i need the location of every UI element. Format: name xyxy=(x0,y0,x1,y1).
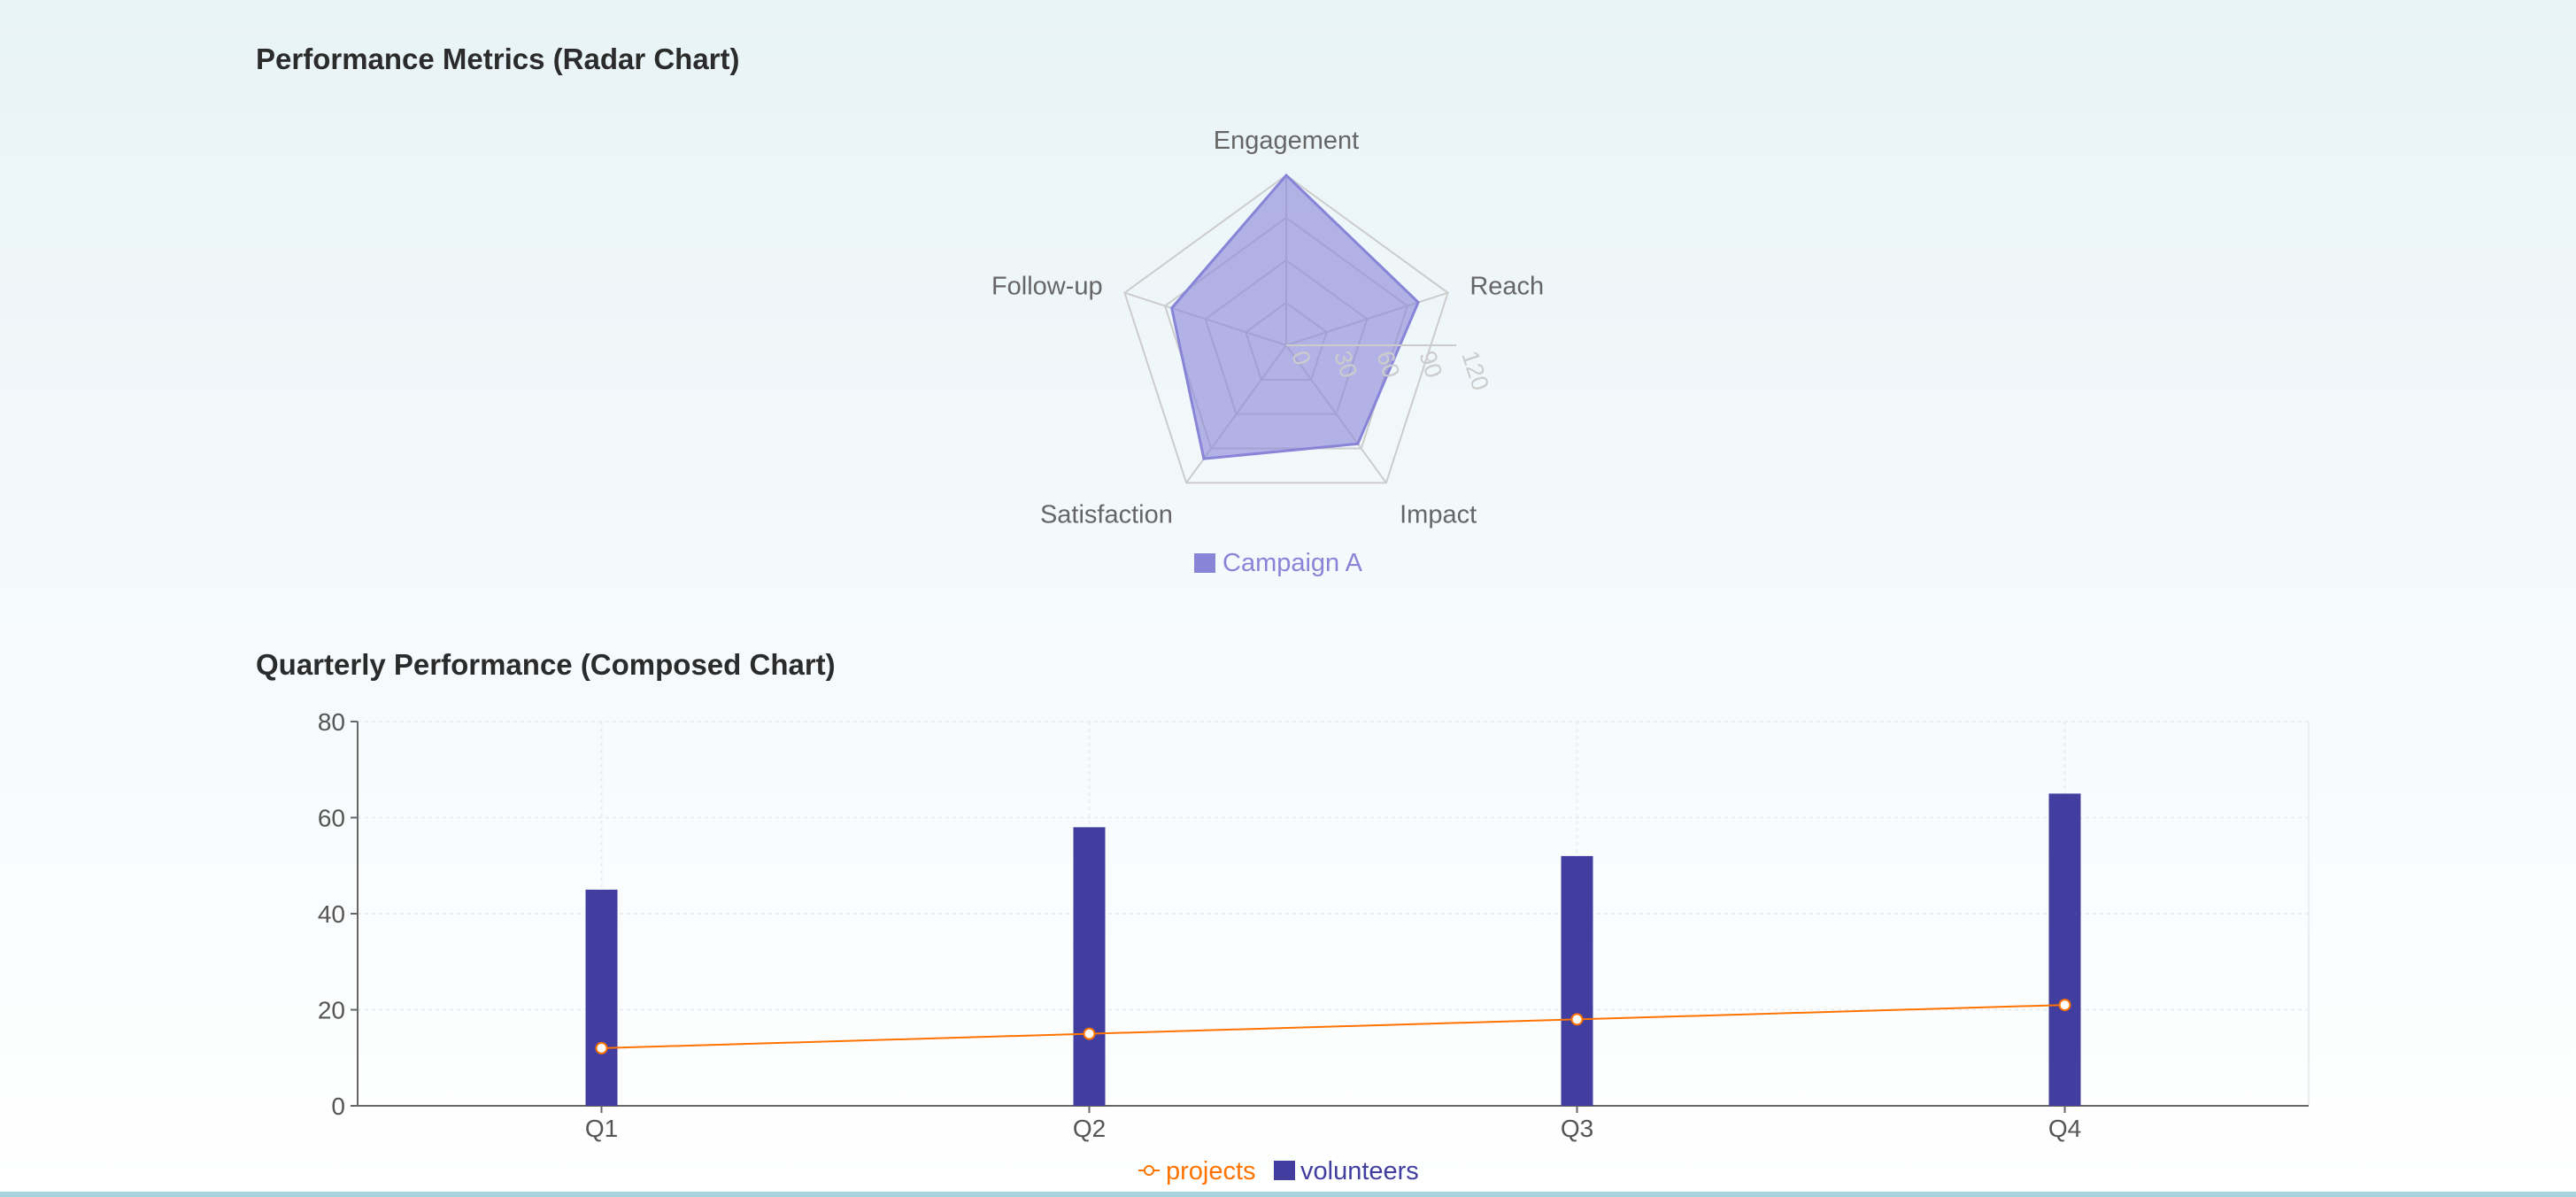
radar-legend-label: Campaign A xyxy=(1222,549,1363,577)
composed-y-tick-label: 0 xyxy=(331,1093,345,1120)
composed-x-tick-label: Q2 xyxy=(1073,1115,1106,1142)
radar-radius-tick-label: 120 xyxy=(1456,348,1493,394)
radar-axis-label: Impact xyxy=(1400,500,1477,529)
composed-line-point xyxy=(1083,1027,1096,1040)
composed-y-tick-label: 40 xyxy=(318,900,345,928)
composed-bar xyxy=(2048,793,2081,1106)
composed-x-tick-label: Q3 xyxy=(1561,1115,1593,1142)
radar-axis-label: Follow-up xyxy=(991,273,1103,301)
composed-line xyxy=(601,1004,2065,1049)
radar-chart: 0 30 60 90 120EngagementReachImpactSatisfact… xyxy=(991,127,1544,577)
composed-y-tick-label: 20 xyxy=(318,997,345,1024)
radar-legend-swatch xyxy=(1194,553,1215,573)
radar-legend: Campaign A xyxy=(1194,549,1363,577)
composed-bar xyxy=(1073,827,1106,1106)
composed-grid xyxy=(358,721,2310,1107)
composed-legend: projects volunteers xyxy=(1138,1157,1419,1185)
composed-legend-label: projects xyxy=(1166,1157,1256,1185)
radar-axis-label: Reach xyxy=(1469,273,1544,301)
composed-line-point xyxy=(595,1041,608,1054)
composed-line-point xyxy=(1570,1013,1584,1026)
composed-y-tick-label: 80 xyxy=(318,708,345,736)
radar-axis-label: Satisfaction xyxy=(1040,500,1173,529)
composed-bar xyxy=(585,889,618,1106)
composed-line-point xyxy=(2058,999,2071,1012)
composed-x-tick-label: Q4 xyxy=(2048,1115,2081,1142)
composed-x-tick-label: Q1 xyxy=(585,1115,618,1142)
radar-series-area xyxy=(1170,173,1420,460)
composed-bar xyxy=(1561,855,1593,1106)
legend-line-marker xyxy=(1144,1165,1154,1176)
composed-legend-label: volunteers xyxy=(1300,1157,1419,1185)
legend-bar-swatch xyxy=(1274,1161,1295,1180)
composed-chart: 0 20 40 60 80 Q1 Q2 Q3 Q4 projects volunteers xyxy=(318,708,2310,1185)
composed-y-tick-label: 60 xyxy=(318,805,345,832)
radar-radius-tick-label: 90 xyxy=(1414,348,1447,382)
radar-axis-label: Engagement xyxy=(1214,127,1359,155)
bottom-divider xyxy=(0,1192,2576,1197)
